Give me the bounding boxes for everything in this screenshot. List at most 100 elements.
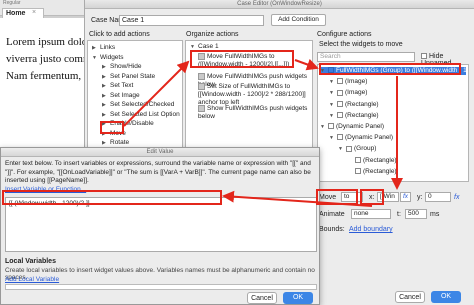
widget-tree-row[interactable]: ▼ (Rectangle) [329, 101, 379, 109]
widget-tree-row[interactable]: ▼ (Group) [338, 145, 376, 153]
animate-select[interactable]: none [351, 209, 391, 219]
widget-checkbox[interactable] [328, 123, 334, 130]
add-action-item[interactable]: ▶ Set Selected/Checked [102, 101, 174, 109]
widget-tree-row[interactable]: ▼ (Rectangle) [329, 112, 379, 120]
font-style-label: Regular [3, 0, 21, 6]
add-action-label: Set Selected List Option [110, 110, 180, 118]
chevron-down-icon[interactable]: ▼ [329, 89, 337, 97]
chevron-down-icon[interactable]: ▼ [320, 123, 328, 131]
chevron-down-icon[interactable]: ▼ [338, 145, 346, 153]
add-condition-button[interactable]: Add Condition [271, 14, 326, 26]
chevron-right-icon[interactable]: ▶ [102, 111, 110, 119]
add-action-item[interactable]: ▶ Links [92, 44, 115, 52]
local-variables-list [5, 284, 317, 290]
widget-checkbox[interactable] [337, 89, 343, 96]
case-editor-header: Case Name Case 1 Add Condition [85, 9, 474, 31]
action-icon [198, 105, 205, 112]
highlight-expression [2, 190, 222, 205]
widget-search-input[interactable]: Search [317, 52, 415, 62]
add-action-label: Set Panel State [110, 72, 156, 80]
organize-actions-title: Organize actions [186, 31, 239, 38]
tab-home-label: Home [6, 10, 26, 17]
add-action-label: Links [100, 44, 116, 51]
case-ok-button[interactable]: OK [431, 291, 461, 303]
bounds-label: Bounds: [319, 226, 345, 233]
add-action-item[interactable]: ▶ Show/Hide [102, 63, 141, 71]
add-boundary-link[interactable]: Add boundary [349, 226, 393, 233]
highlight-move-case [190, 50, 294, 68]
configure-actions-title: Configure actions [317, 31, 372, 38]
y-label: y: [417, 194, 423, 201]
case-cancel-button[interactable]: Cancel [395, 291, 425, 303]
case-editor-title: Case Editor (OnWindowResize) [85, 0, 474, 9]
chevron-right-icon[interactable]: ▶ [102, 63, 110, 71]
select-widgets-label: Select the widgets to move [319, 41, 403, 48]
add-action-label: Set Image [110, 91, 140, 99]
close-tab-icon[interactable]: × [32, 9, 36, 16]
add-action-item[interactable]: ▶ Rotate [102, 139, 129, 147]
action-icon [198, 83, 205, 90]
duration-input[interactable]: 500 [405, 209, 427, 219]
widget-tree-row[interactable]: (Rectangle) [347, 157, 397, 165]
organized-action[interactable]: Set Size of FullWidthIMGs to [[Window.wid… [198, 83, 310, 107]
widget-checkbox[interactable] [337, 112, 343, 119]
chevron-down-icon[interactable]: ▼ [329, 78, 337, 86]
chevron-right-icon[interactable]: ▶ [102, 92, 110, 100]
widget-checkbox[interactable] [346, 145, 352, 152]
highlight-move-action [100, 121, 124, 134]
widget-label: (Dynamic Panel) [336, 123, 385, 130]
widget-label: (Dynamic Panel) [345, 134, 394, 142]
widget-label: (Image) [345, 78, 368, 86]
widget-label: (Rectangle) [345, 111, 379, 119]
click-to-add-title: Click to add actions [89, 31, 150, 38]
chevron-down-icon[interactable]: ▼ [329, 101, 337, 109]
widget-tree-row[interactable]: ▼ (Dynamic Panel) [320, 123, 384, 131]
widget-label: (Rectangle) [363, 167, 397, 175]
local-variables-title: Local Variables [5, 258, 56, 265]
widget-tree-row[interactable]: ▼ (Image) [329, 78, 367, 86]
add-local-variable-link[interactable]: Add Local Variable [5, 276, 59, 283]
widget-label: (Rectangle) [363, 156, 397, 164]
add-action-item[interactable]: ▶ Set Text [102, 82, 133, 90]
edit-value-dialog: Edit Value Enter text below. To insert v… [0, 147, 320, 305]
chevron-right-icon[interactable]: ▶ [92, 44, 100, 52]
chevron-down-icon[interactable]: ▼ [92, 54, 100, 62]
widget-label: (Image) [345, 89, 368, 97]
hide-unnamed-checkbox[interactable] [421, 53, 427, 60]
y-value-input[interactable]: 0 [425, 192, 451, 202]
widget-tree-row[interactable]: ▼ (Image) [329, 89, 367, 97]
ms-label: ms [430, 211, 440, 218]
add-action-item[interactable]: ▶ Set Image [102, 92, 140, 100]
organized-action[interactable]: Show FullWidthIMGs push widgets below [198, 105, 310, 121]
widget-checkbox[interactable] [355, 156, 361, 163]
widget-checkbox[interactable] [337, 100, 343, 107]
chevron-right-icon[interactable]: ▶ [102, 82, 110, 90]
highlight-widget-row [319, 63, 461, 75]
widget-checkbox[interactable] [337, 78, 343, 85]
tab-home[interactable]: Home [2, 8, 44, 18]
chevron-right-icon[interactable]: ▶ [102, 73, 110, 81]
expression-textarea[interactable]: [[ (Window.width - 1200)/2 ]] [5, 197, 317, 252]
chevron-right-icon[interactable]: ▶ [102, 101, 110, 109]
x-fx-button[interactable]: fx [400, 192, 411, 202]
add-action-item[interactable]: ▶ Set Selected List Option [102, 111, 180, 119]
edit-value-title: Edit Value [1, 148, 319, 157]
widget-label: (Group) [354, 145, 377, 153]
y-fx-button[interactable]: fx [454, 194, 459, 201]
chevron-down-icon[interactable]: ▼ [329, 112, 337, 120]
chevron-right-icon[interactable]: ▶ [102, 139, 110, 147]
widget-tree-row[interactable]: ▼ (Dynamic Panel) [329, 134, 393, 142]
widget-checkbox[interactable] [337, 134, 343, 141]
add-action-item[interactable]: ▶ Set Panel State [102, 73, 155, 81]
widget-checkbox[interactable] [355, 168, 361, 175]
edit-value-cancel-button[interactable]: Cancel [247, 292, 277, 304]
case-name-input[interactable]: Case 1 [119, 15, 264, 26]
lorem-line: Lorem ipsum dolor [6, 36, 84, 48]
edit-value-description: Enter text below. To insert variables or… [5, 160, 311, 184]
widget-tree-row[interactable]: (Rectangle) [347, 168, 397, 176]
edit-value-ok-button[interactable]: OK [283, 292, 313, 304]
add-action-item[interactable]: ▼ Widgets [92, 54, 123, 62]
animate-label: Animate [319, 211, 345, 218]
chevron-down-icon[interactable]: ▼ [329, 134, 337, 142]
t-label: t: [397, 211, 401, 218]
